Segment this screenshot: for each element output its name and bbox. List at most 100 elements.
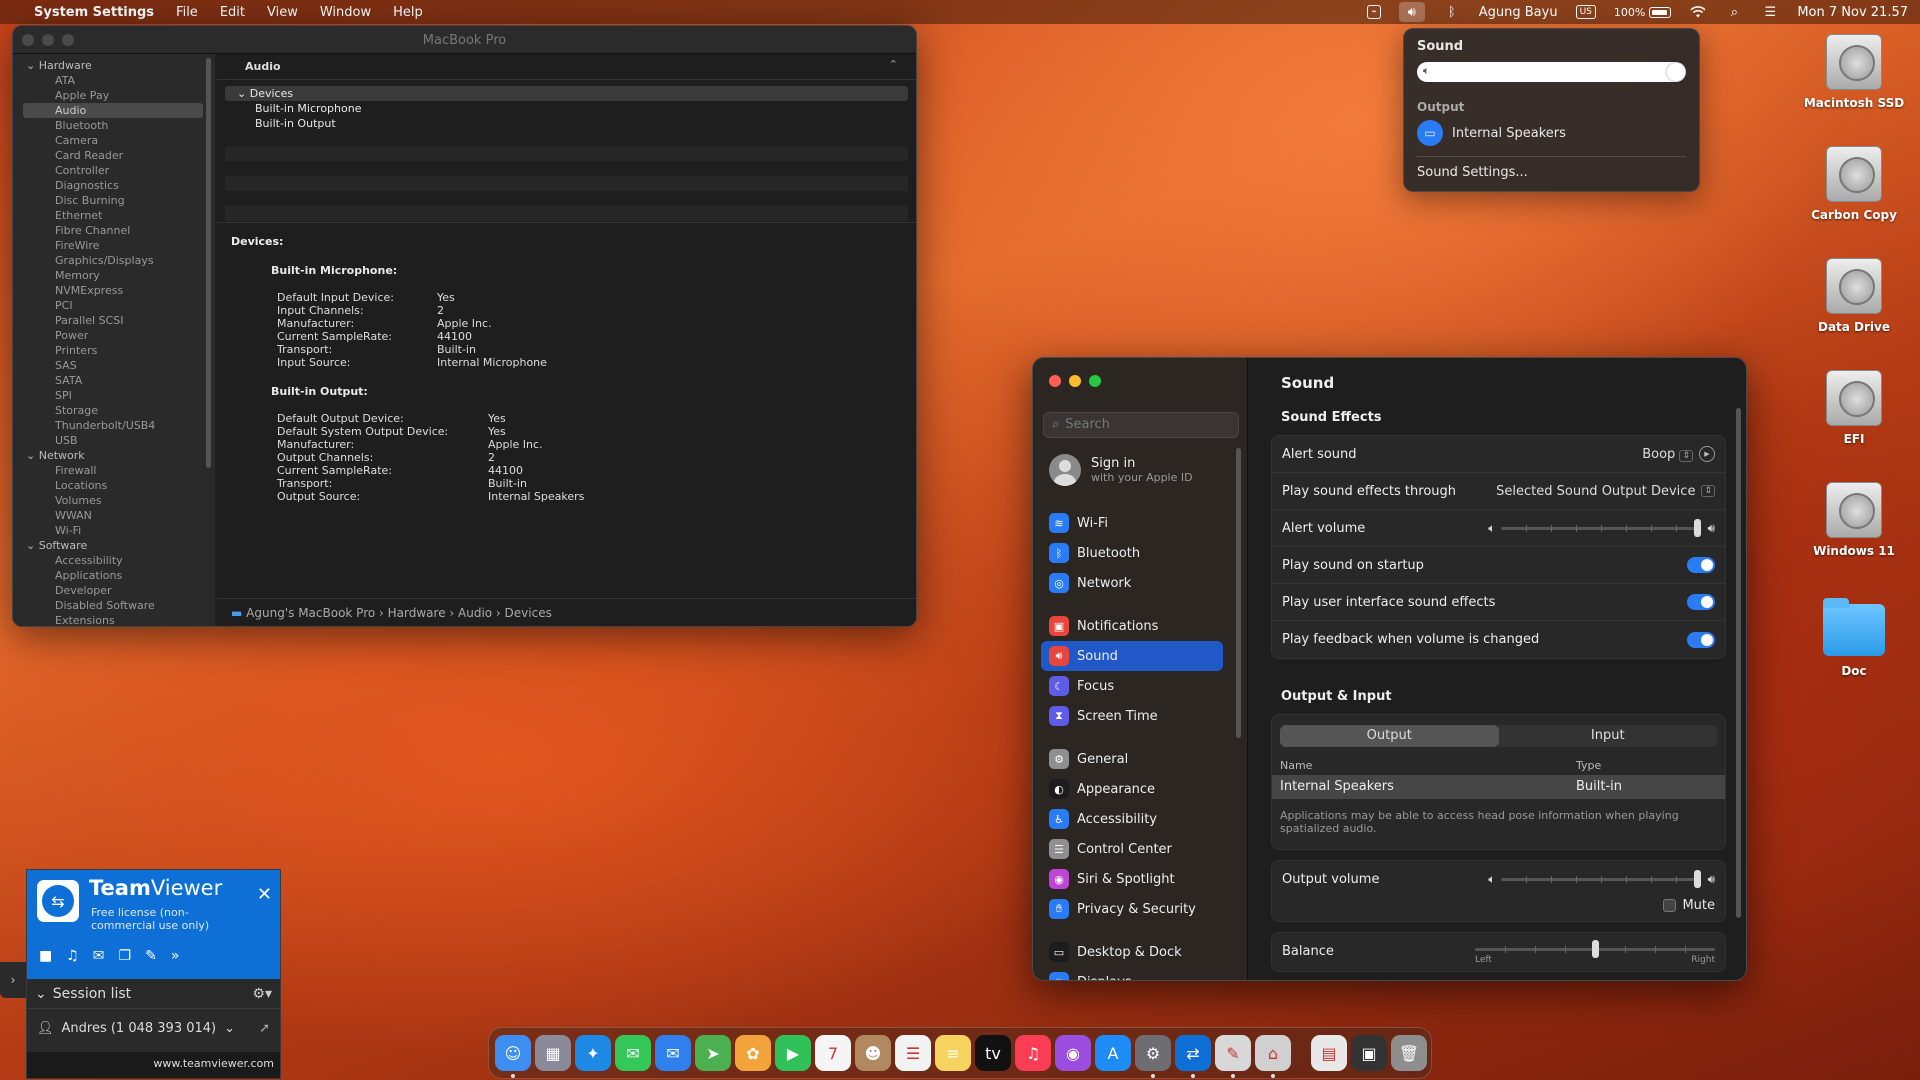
alert-volume-slider[interactable]: [1501, 518, 1702, 537]
sidebar-item-firewire[interactable]: FireWire: [13, 238, 215, 253]
facetime-icon[interactable]: ▶: [775, 1035, 811, 1071]
sidebar-item-sound[interactable]: 🔊︎ Sound: [1041, 641, 1223, 671]
zoom-button[interactable]: [1089, 375, 1101, 387]
apple-id-signin[interactable]: Sign in with your Apple ID: [1049, 454, 1193, 486]
tree-row-devices[interactable]: ⌄ Devices: [225, 86, 908, 101]
sidebar-item-thunderbolt-usb4[interactable]: Thunderbolt/USB4: [13, 418, 215, 433]
close-button[interactable]: [1049, 375, 1061, 387]
sidebar-group-hardware[interactable]: ⌄ Hardware: [13, 58, 215, 73]
headset-icon[interactable]: ♫: [66, 948, 79, 964]
column-name[interactable]: Name: [1280, 759, 1576, 772]
sidebar-item-extensions[interactable]: Extensions: [13, 613, 215, 626]
tab-input[interactable]: Input: [1499, 725, 1718, 747]
sidebar-item-disabled-software[interactable]: Disabled Software: [13, 598, 215, 613]
sidebar-item-focus[interactable]: ☾ Focus: [1041, 671, 1223, 701]
chat-icon[interactable]: ✉: [93, 948, 105, 964]
safari-icon[interactable]: ✦: [575, 1035, 611, 1071]
tv-icon[interactable]: tv: [975, 1035, 1011, 1071]
sidebar-item-locations[interactable]: Locations: [13, 478, 215, 493]
disclosure-chevron-icon[interactable]: ⌄: [26, 539, 39, 552]
volume-slider-knob[interactable]: [1667, 63, 1685, 81]
sidebar-item-controller[interactable]: Controller: [13, 163, 215, 178]
system-settings-icon[interactable]: ⚙: [1135, 1035, 1171, 1078]
tree-row-builtin-microphone[interactable]: Built-in Microphone: [225, 101, 908, 116]
spotlight-search-icon[interactable]: ⌕: [1725, 5, 1743, 20]
sidebar-item-memory[interactable]: Memory: [13, 268, 215, 283]
podcasts-icon[interactable]: ◉: [1055, 1035, 1091, 1071]
app-menu[interactable]: System Settings: [34, 5, 154, 20]
document-icon[interactable]: ▤: [1311, 1035, 1347, 1071]
sidebar-item-control-center[interactable]: ☰ Control Center: [1041, 834, 1223, 864]
sidebar-item-sas[interactable]: SAS: [13, 358, 215, 373]
launchpad-icon[interactable]: ▦: [535, 1035, 571, 1071]
sidebar-item-siri-spotlight[interactable]: ◉ Siri & Spotlight: [1041, 864, 1223, 894]
content-scrollbar[interactable]: [1736, 408, 1741, 918]
sidebar-item-wi-fi[interactable]: ≋ Wi-Fi: [1041, 508, 1223, 538]
menu-edit[interactable]: Edit: [220, 5, 245, 20]
sidebar-item-graphics-displays[interactable]: Graphics/Displays: [13, 253, 215, 268]
table-row[interactable]: Internal Speakers Built-in: [1272, 775, 1725, 799]
sidebar-item-diagnostics[interactable]: Diagnostics: [13, 178, 215, 193]
sidebar-item-printers[interactable]: Printers: [13, 343, 215, 358]
sound-settings-link[interactable]: Sound Settings...: [1417, 165, 1686, 180]
trash-icon[interactable]: 🗑: [1391, 1035, 1427, 1071]
music-icon[interactable]: ♫: [1015, 1035, 1051, 1071]
title-bar[interactable]: MacBook Pro: [13, 26, 916, 54]
mail-icon[interactable]: ✉: [655, 1035, 691, 1071]
notes-icon[interactable]: ≡: [935, 1035, 971, 1071]
wifi-icon[interactable]: [1689, 5, 1707, 19]
sidebar-item-parallel-scsi[interactable]: Parallel SCSI: [13, 313, 215, 328]
mute-checkbox[interactable]: [1663, 899, 1677, 912]
sidebar-scrollbar[interactable]: [206, 58, 211, 468]
reminders-icon[interactable]: ☰: [895, 1035, 931, 1071]
list-item[interactable]: 👤︎ Andres (1 048 393 014) ⌄ ➚: [27, 1009, 280, 1047]
play-through-select[interactable]: Selected Sound Output Device ⇕: [1496, 484, 1715, 499]
sidebar-item-bluetooth[interactable]: Bluetooth: [13, 118, 215, 133]
sidebar-item-power[interactable]: Power: [13, 328, 215, 343]
cursor-icon[interactable]: ➚: [259, 1021, 270, 1036]
play-icon[interactable]: ▶: [1699, 446, 1715, 462]
sidebar-item-network[interactable]: ◎ Network: [1041, 568, 1223, 598]
sidebar-item-screen-time[interactable]: ⧗ Screen Time: [1041, 701, 1223, 731]
sidebar-item-firewall[interactable]: Firewall: [13, 463, 215, 478]
sidebar-item-privacy-security[interactable]: ✋︎ Privacy & Security: [1041, 894, 1223, 924]
chevron-down-icon[interactable]: ⌄: [224, 1021, 235, 1036]
desktop-icon-carbon-copy[interactable]: Carbon Copy: [1794, 146, 1914, 222]
script-editor-icon[interactable]: ✎: [1215, 1035, 1251, 1078]
alert-sound-select[interactable]: Boop ⇕: [1642, 447, 1693, 462]
slider-knob[interactable]: [1694, 870, 1702, 888]
volume-slider[interactable]: 🔈︎: [1417, 62, 1686, 82]
messages-icon[interactable]: ✉: [615, 1035, 651, 1071]
sidebar-item-usb[interactable]: USB: [13, 433, 215, 448]
system-information-icon[interactable]: ⌂: [1255, 1035, 1291, 1078]
tools-icon[interactable]: ✎: [145, 948, 157, 964]
slider-knob[interactable]: [1591, 940, 1599, 958]
sidebar-group-network[interactable]: ⌄ Network: [13, 448, 215, 463]
sidebar-item-accessibility[interactable]: ♿︎ Accessibility: [1041, 804, 1223, 834]
sidebar-item-volumes[interactable]: Volumes: [13, 493, 215, 508]
sidebar-item-ethernet[interactable]: Ethernet: [13, 208, 215, 223]
minimize-button[interactable]: [1069, 375, 1081, 387]
tree-row-builtin-output[interactable]: Built-in Output: [225, 116, 908, 131]
website-link[interactable]: www.teamviewer.com: [153, 1057, 274, 1070]
gear-icon[interactable]: ⚙▾: [252, 986, 272, 1002]
disclosure-chevron-icon[interactable]: ⌄: [26, 59, 39, 72]
sidebar-item-displays[interactable]: ☼ Displays: [1041, 967, 1223, 980]
volume-icon[interactable]: 🔊︎: [1398, 2, 1425, 22]
menu-view[interactable]: View: [267, 5, 298, 20]
close-icon[interactable]: ✕: [257, 884, 272, 905]
screenshot-icon[interactable]: ▣: [1351, 1035, 1387, 1071]
input-source-menu[interactable]: US: [1575, 5, 1596, 19]
app-store-icon[interactable]: A: [1095, 1035, 1131, 1071]
menu-help[interactable]: Help: [393, 5, 423, 20]
sidebar-item-fibre-channel[interactable]: Fibre Channel: [13, 223, 215, 238]
desktop-icon-efi[interactable]: EFI: [1794, 370, 1914, 446]
chevron-down-icon[interactable]: ⌄: [35, 986, 47, 1002]
teamviewer-expand-tab[interactable]: ›: [0, 962, 26, 998]
disclosure-chevron-icon[interactable]: ⌄: [237, 87, 250, 100]
contacts-icon[interactable]: ☻: [855, 1035, 891, 1071]
bluetooth-icon[interactable]: ᛒ: [1443, 5, 1461, 20]
user-menu[interactable]: Agung Bayu: [1479, 5, 1558, 20]
video-icon[interactable]: ■: [39, 948, 52, 964]
desktop-icon-macintosh-ssd[interactable]: Macintosh SSD: [1794, 34, 1914, 110]
